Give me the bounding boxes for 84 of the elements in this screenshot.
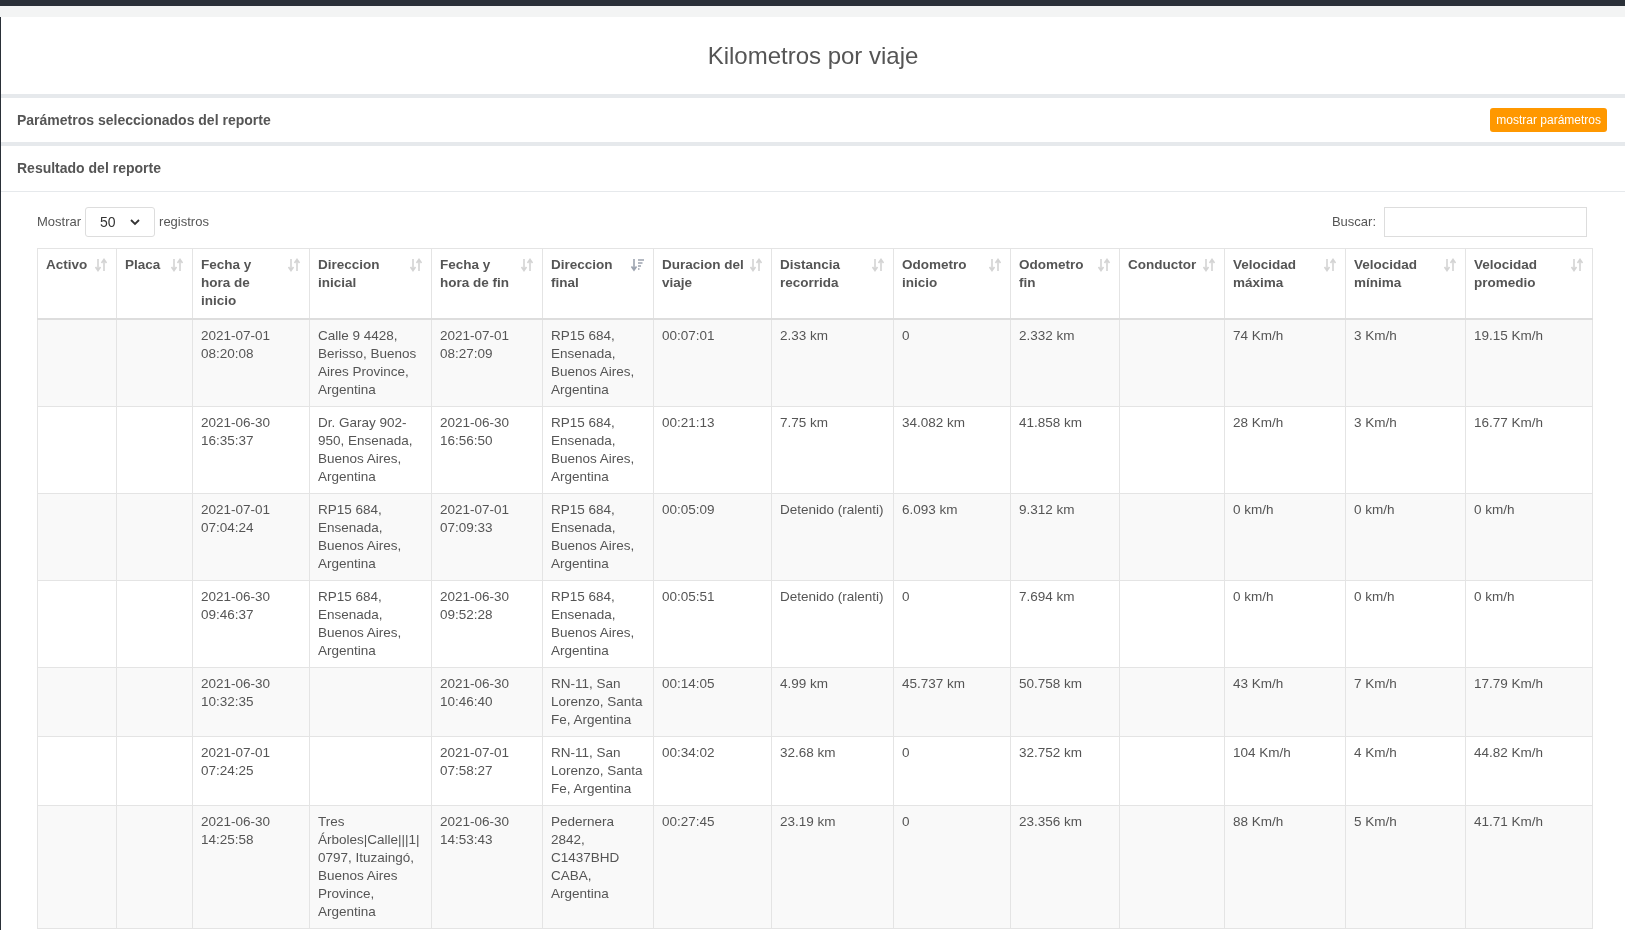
table-cell: 0 km/h (1224, 493, 1346, 581)
table-cell: RN-11, San Lorenzo, Santa Fe, Argentina (542, 667, 654, 737)
table-cell: Tres Árboles|Calle|||1|0797, Ituzaingó, Buenos Aires Province, Argentina (309, 805, 432, 929)
table-cell: RP15 684, Ensenada, Buenos Aires, Argentina (309, 493, 432, 581)
table-cell: 00:14:05 (653, 667, 772, 737)
table-cell: 50.758 km (1010, 667, 1120, 737)
table-cell: 2021-07-01 08:27:09 (431, 319, 543, 407)
table-cell: 2021-06-30 09:46:37 (192, 580, 310, 668)
table-cell: RP15 684, Ensenada, Buenos Aires, Argentina (542, 319, 654, 407)
table-cell: 16.77 Km/h (1465, 406, 1593, 494)
table-cell: 32.68 km (771, 736, 894, 806)
table-cell: 0 (893, 736, 1011, 806)
table-cell: 19.15 Km/h (1465, 319, 1593, 407)
table-cell: 2021-06-30 16:35:37 (192, 406, 310, 494)
page-length-select[interactable]: 50 (85, 207, 156, 237)
table-cell: 7 Km/h (1345, 667, 1466, 737)
table-cell: 4 Km/h (1345, 736, 1466, 806)
search-field[interactable] (1384, 207, 1587, 237)
table-cell: 28 Km/h (1224, 406, 1346, 494)
table-cell: 0 km/h (1345, 493, 1466, 581)
table-cell: 2021-06-30 10:32:35 (192, 667, 310, 737)
table-cell: 34.082 km (893, 406, 1011, 494)
table-cell: 0 km/h (1465, 493, 1593, 581)
table-cell: RP15 684, Ensenada, Buenos Aires, Argentina (309, 580, 432, 668)
table-cell: 0 km/h (1465, 580, 1593, 668)
section-title: Parámetros seleccionados del reporte (17, 110, 271, 130)
table-cell: 41.858 km (1010, 406, 1120, 494)
table-cell: 74 Km/h (1224, 319, 1346, 407)
table-cell: 44.82 Km/h (1465, 736, 1593, 806)
table-cell: RP15 684, Ensenada, Buenos Aires, Argentina (542, 493, 654, 581)
table-cell: RP15 684, Ensenada, Buenos Aires, Argentina (542, 580, 654, 668)
page-title: Kilometros por viaje (707, 40, 919, 71)
table-cell: 00:05:09 (653, 493, 772, 581)
table-cell: Detenido (ralenti) (771, 493, 894, 581)
table-cell: 0 km/h (1224, 580, 1346, 668)
table-cell: 2021-07-01 07:04:24 (192, 493, 310, 581)
table-cell: 2021-06-30 10:46:40 (431, 667, 543, 737)
table-cell: 32.752 km (1010, 736, 1120, 806)
table-cell: 0 (893, 805, 1011, 929)
table-cell: 2021-07-01 07:09:33 (431, 493, 543, 581)
table-cell: 2021-06-30 09:52:28 (431, 580, 543, 668)
chevron-down-icon (130, 218, 141, 226)
table-cell: RP15 684, Ensenada, Buenos Aires, Argentina (542, 406, 654, 494)
table-cell: 0 km/h (1345, 580, 1466, 668)
table-cell: 2021-06-30 16:56:50 (431, 406, 543, 494)
table-cell: 2021-07-01 08:20:08 (192, 319, 310, 407)
show-label: Mostrar (37, 213, 82, 232)
table-cell: 4.99 km (771, 667, 894, 737)
table-cell: 23.356 km (1010, 805, 1120, 929)
table-cell: 23.19 km (771, 805, 894, 929)
table-cell: 0 (893, 580, 1011, 668)
table-cell: 2021-06-30 14:25:58 (192, 805, 310, 929)
table-cell: 45.737 km (893, 667, 1011, 737)
table-cell: Detenido (ralenti) (771, 580, 894, 668)
table-cell: 9.312 km (1010, 493, 1120, 581)
table-cell: 5 Km/h (1345, 805, 1466, 929)
table-cell: 41.71 Km/h (1465, 805, 1593, 929)
table-cell: Dr. Garay 902-950, Ensenada, Buenos Aires, Argentina (309, 406, 432, 494)
table-cell: 88 Km/h (1224, 805, 1346, 929)
table-cell: 2.332 km (1010, 319, 1120, 407)
section-title: Resultado del reporte (17, 159, 161, 178)
table-cell: 2.33 km (771, 319, 894, 407)
table-cell: 7.75 km (771, 406, 894, 494)
table-cell: 00:05:51 (653, 580, 772, 668)
table-cell: RN-11, San Lorenzo, Santa Fe, Argentina (542, 736, 654, 806)
table-cell: 0 (893, 319, 1011, 407)
table-cell: 00:07:01 (653, 319, 772, 407)
table-cell: 2021-06-30 14:53:43 (431, 805, 543, 929)
table-cell: 104 Km/h (1224, 736, 1346, 806)
table-cell: 3 Km/h (1345, 406, 1466, 494)
table-cell: 00:21:13 (653, 406, 772, 494)
table-cell: 2021-07-01 07:58:27 (431, 736, 543, 806)
table-cell: 17.79 Km/h (1465, 667, 1593, 737)
table-cell: Pedernera 2842, C1437BHD CABA, Argentina (542, 805, 654, 929)
table-cell: 43 Km/h (1224, 667, 1346, 737)
table-cell: Calle 9 4428, Berisso, Buenos Aires Province, Argentina (309, 319, 432, 407)
table-cell: 3 Km/h (1345, 319, 1466, 407)
table-cell: 6.093 km (893, 493, 1011, 581)
search-label: Buscar: (1331, 213, 1376, 232)
table-cell: 00:34:02 (653, 736, 772, 806)
table-cell: 00:27:45 (653, 805, 772, 929)
records-label: registros (159, 213, 209, 232)
table-cell: 7.694 km (1010, 580, 1120, 668)
table-cell: 2021-07-01 07:24:25 (192, 736, 310, 806)
